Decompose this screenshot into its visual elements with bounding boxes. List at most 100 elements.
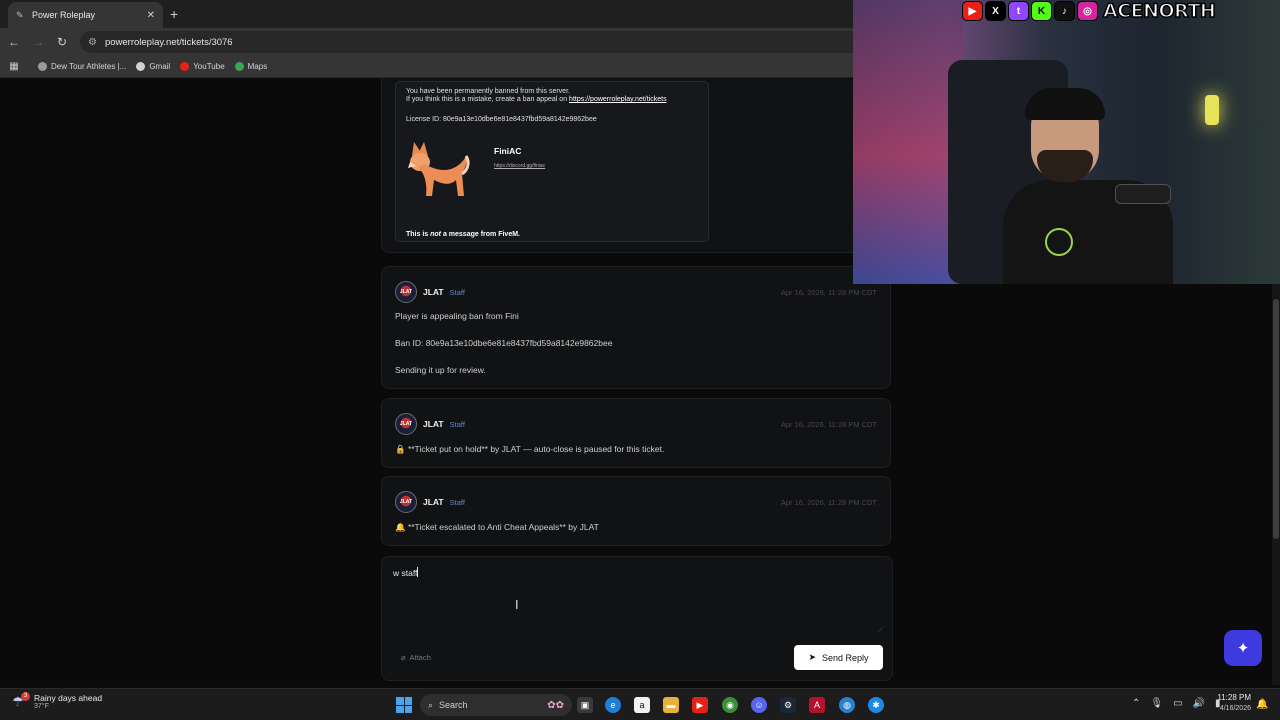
globe-icon xyxy=(38,62,47,71)
instagram-icon: ◎ xyxy=(1077,1,1098,21)
clock-date: 4/16/2026 xyxy=(1219,705,1251,712)
taskbar-search[interactable]: ⌕ Search ✿✿ xyxy=(420,694,572,716)
twitch-icon: t xyxy=(1008,1,1029,21)
windows-start-icon[interactable] xyxy=(396,697,412,713)
search-highlight-icon: ✿✿ xyxy=(547,699,564,711)
attach-label: Attach xyxy=(409,653,431,662)
weather-title: Rainy days ahead xyxy=(34,693,103,703)
task-view-icon[interactable]: ▣ xyxy=(577,697,593,713)
avatar[interactable]: JLAT xyxy=(395,491,417,513)
address-bar[interactable]: ⚙ powerroleplay.net/tickets/3076 xyxy=(80,31,870,53)
edge-icon[interactable]: e xyxy=(605,697,621,713)
chrome-icon[interactable]: ◉ xyxy=(722,697,738,713)
message-author[interactable]: JLAT xyxy=(423,287,444,297)
bookmark-label: Dew Tour Athletes |... xyxy=(51,62,127,71)
file-explorer-icon[interactable]: ▬ xyxy=(663,697,679,713)
microphone-icon[interactable]: 🎙 xyxy=(1150,698,1163,709)
staff-badge: Staff xyxy=(449,419,465,429)
battlenet-icon[interactable]: ✱ xyxy=(868,697,884,713)
discord-icon[interactable]: ☺ xyxy=(751,697,767,713)
weather-temp: 37°F xyxy=(34,703,49,710)
search-icon: ⌕ xyxy=(428,699,434,710)
appeal-link[interactable]: https://powerroleplay.net/tickets xyxy=(569,96,667,103)
bookmark-gmail[interactable]: Gmail xyxy=(136,62,170,71)
notification-badge: 3 xyxy=(21,691,30,701)
footer-emphasis: not xyxy=(430,231,442,238)
embed-footer: This is not a message from FiveM. xyxy=(406,231,520,238)
streamer-handle: ACENORTH xyxy=(1102,0,1216,23)
url-text: powerroleplay.net/tickets/3076 xyxy=(104,36,233,48)
volume-icon[interactable]: 🔊 xyxy=(1193,698,1205,709)
ban-embed: You have been permanently banned from th… xyxy=(395,81,709,242)
shirt-logo xyxy=(1045,228,1073,256)
staff-badge: Staff xyxy=(449,497,465,507)
network-icon[interactable]: ▭ xyxy=(1173,698,1182,709)
system-tray: ⌃ 🎙 ▭ 🔊 ▮ xyxy=(1132,698,1221,709)
message-timestamp: Apr 16, 2026, 11:28 PM CDT xyxy=(780,420,877,429)
apps-grid-icon[interactable]: ▦ xyxy=(0,61,28,72)
browser-tab[interactable]: ✎ Power Roleplay ✕ xyxy=(8,2,163,28)
steam-icon[interactable]: ⚙ xyxy=(780,697,796,713)
message-line: Ban ID: 80e9a13e10dbe6e81e8437fbd59a8142… xyxy=(395,338,613,348)
notification-bell-icon[interactable]: 🔔 xyxy=(1256,699,1268,710)
message-line: Sending it up for review. xyxy=(395,365,486,375)
weather-widget[interactable]: ☂ 3 Rainy days ahead 37°F xyxy=(12,691,103,710)
site-info-icon[interactable]: ⚙ xyxy=(88,37,97,48)
forward-arrow-icon[interactable]: → xyxy=(26,35,50,49)
anticheat-discord-link[interactable]: https://discord.gg/finiac xyxy=(494,163,545,169)
tab-title: Power Roleplay xyxy=(32,10,96,20)
ai-assistant-button[interactable]: ✦ xyxy=(1224,630,1262,666)
ticket-message-card: JLAT JLAT Staff Apr 16, 2026, 11:28 PM C… xyxy=(381,476,891,546)
amazon-icon[interactable]: a xyxy=(634,697,650,713)
bookmark-label: YouTube xyxy=(193,62,225,71)
bookmark-dew-tour[interactable]: Dew Tour Athletes |... xyxy=(38,62,126,71)
message-line: 🔔 **Ticket escalated to Anti Cheat Appea… xyxy=(395,522,599,532)
windows-taskbar: ☂ 3 Rainy days ahead 37°F ⌕ Search ✿✿ ▣ e… xyxy=(0,688,1280,720)
chevron-up-icon[interactable]: ⌃ xyxy=(1132,698,1140,709)
webcam-background xyxy=(853,0,963,284)
send-reply-button[interactable]: ➤ Send Reply xyxy=(794,645,883,670)
message-header: JLAT JLAT Staff xyxy=(395,491,465,513)
lamp-light xyxy=(1205,95,1219,125)
reload-icon[interactable]: ↻ xyxy=(50,35,74,49)
taskbar-clock[interactable]: 11:28 PM 4/16/2026 xyxy=(1213,693,1251,712)
ban-appeal-line: If you think this is a mistake, create a… xyxy=(406,96,667,103)
reply-textarea[interactable]: w staff xyxy=(393,567,883,633)
bookmark-maps[interactable]: Maps xyxy=(234,62,268,71)
message-header: JLAT JLAT Staff xyxy=(395,281,465,303)
webcam-overlay xyxy=(853,0,1280,284)
message-author[interactable]: JLAT xyxy=(423,497,444,507)
new-tab-icon[interactable]: + xyxy=(170,6,178,22)
bookmark-label: Gmail xyxy=(149,62,171,71)
streamer-cap xyxy=(1025,88,1105,120)
search-label: Search xyxy=(439,700,468,710)
tiktok-icon: ♪ xyxy=(1054,1,1075,21)
paperclip-icon: ⌀ xyxy=(401,653,406,662)
message-line: Player is appealing ban from Fini xyxy=(395,311,519,321)
social-handles: ▶ X t K ♪ ◎ ACENORTH xyxy=(962,0,1280,23)
message-timestamp: Apr 16, 2026, 11:28 PM CDT xyxy=(780,288,877,297)
message-header: JLAT JLAT Staff xyxy=(395,413,465,435)
avatar[interactable]: JLAT xyxy=(395,281,417,303)
reply-text: w staff xyxy=(393,568,418,578)
youtube-app-icon[interactable]: ▶ xyxy=(692,697,708,713)
streamer xyxy=(1003,70,1173,284)
anticheat-brand: FiniAC xyxy=(494,146,522,156)
bookmark-label: Maps xyxy=(247,62,268,71)
scrollbar-thumb[interactable] xyxy=(1273,299,1279,539)
avatar[interactable]: JLAT xyxy=(395,413,417,435)
adobe-icon[interactable]: A xyxy=(809,697,825,713)
bookmark-youtube[interactable]: YouTube xyxy=(180,62,225,71)
reply-composer: w staff ⟋ ⌀ Attach ➤ Send Reply xyxy=(381,556,893,681)
resize-handle-icon[interactable]: ⟋ xyxy=(878,627,883,635)
back-arrow-icon[interactable]: ← xyxy=(2,35,26,49)
message-author[interactable]: JLAT xyxy=(423,419,444,429)
site-favicon-icon: ✎ xyxy=(16,10,24,20)
ban-notice: You have been permanently banned from th… xyxy=(406,88,570,95)
message-timestamp: Apr 16, 2026, 11:28 PM CDT xyxy=(780,498,877,507)
send-reply-label: Send Reply xyxy=(822,652,869,663)
attach-button[interactable]: ⌀ Attach xyxy=(401,653,431,662)
close-tab-icon[interactable]: ✕ xyxy=(147,10,155,21)
footer-text: a message from FiveM. xyxy=(441,231,520,238)
app-icon[interactable]: ◍ xyxy=(839,697,855,713)
